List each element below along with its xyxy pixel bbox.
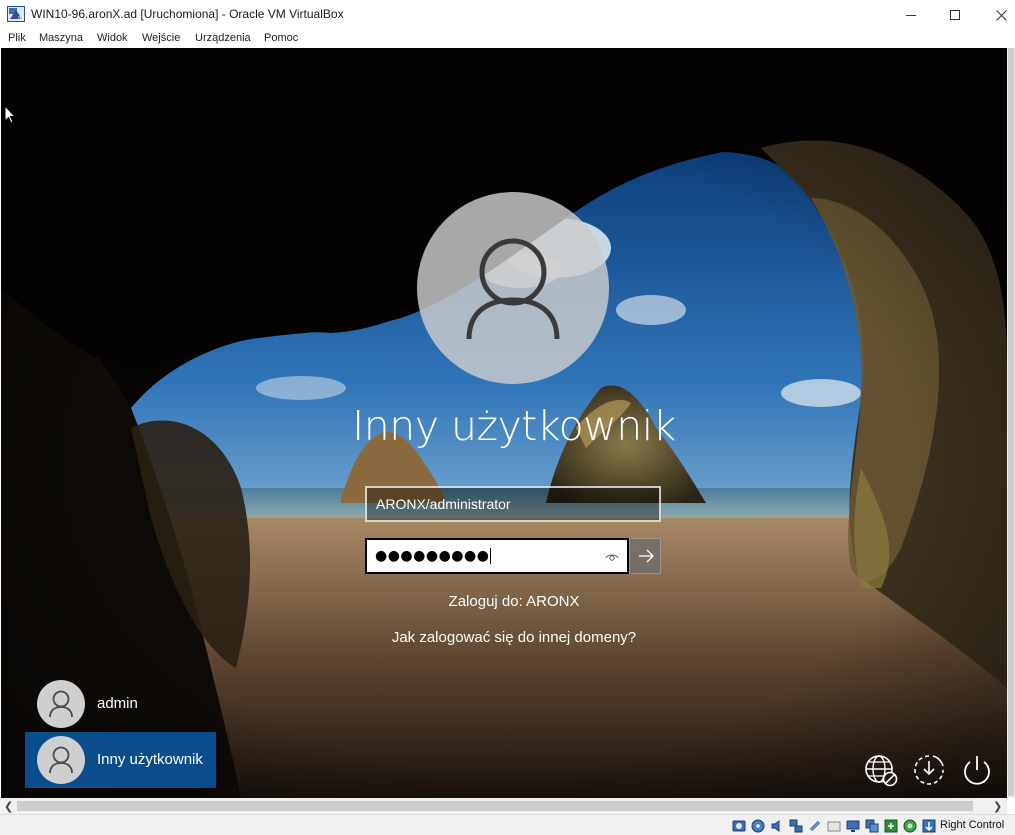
user-tile-label: Inny użytkownik: [97, 751, 203, 768]
window-title: WIN10-96.aronX.ad [Uruchomiona] - Oracle…: [31, 7, 344, 21]
display-icon[interactable]: [846, 819, 860, 833]
user-tile-other-user[interactable]: Inny użytkownik: [25, 732, 216, 788]
menu-maszyna[interactable]: Maszyna: [39, 32, 83, 44]
network-button[interactable]: [863, 752, 899, 788]
user-icon: [466, 238, 560, 340]
horizontal-scroll-thumb[interactable]: [17, 801, 973, 811]
close-icon: [995, 9, 1007, 21]
scroll-right-icon[interactable]: ❯: [993, 800, 1002, 813]
mouse-integration-icon[interactable]: [922, 819, 936, 833]
tile-avatar: [37, 736, 85, 784]
ease-of-access-icon: [914, 755, 944, 785]
close-button[interactable]: [978, 0, 1015, 30]
audio-icon[interactable]: [770, 819, 784, 833]
title-bar: 96 WIN10-96.aronX.ad [Uruchomiona] - Ora…: [0, 0, 1015, 30]
user-avatar: [417, 192, 609, 384]
horizontal-scrollbar[interactable]: ❮ ❯: [0, 798, 1007, 814]
ease-of-access-button[interactable]: [911, 752, 947, 788]
mouse-cursor-icon: [4, 104, 17, 130]
minimize-button[interactable]: [888, 0, 934, 30]
menu-bar: Plik Maszyna Widok Wejście Urządzenia Po…: [0, 30, 1015, 48]
svg-text:96: 96: [18, 16, 24, 22]
optical-drive-icon[interactable]: [751, 819, 765, 833]
hard-disk-icon[interactable]: [732, 819, 746, 833]
username-field[interactable]: ARONX/administrator: [365, 486, 661, 522]
minimize-icon: [906, 15, 916, 16]
cpu-icon[interactable]: [903, 819, 917, 833]
eye-icon[interactable]: [605, 550, 619, 568]
shared-folders-icon[interactable]: [827, 819, 841, 833]
power-button[interactable]: [959, 752, 995, 788]
password-mask: ●●●●●●●●●: [375, 548, 492, 564]
vm-display[interactable]: Inny użytkownik ARONX/administrator ●●●●…: [1, 48, 1007, 798]
maximize-button[interactable]: [932, 0, 978, 30]
host-key-label: Right Control: [940, 819, 1005, 831]
maximize-icon: [950, 10, 960, 20]
vertical-scroll-thumb[interactable]: [1008, 48, 1014, 796]
network-icon: [865, 755, 898, 787]
user-tile-label: admin: [97, 695, 138, 712]
user-tile-admin[interactable]: admin: [25, 676, 216, 732]
menu-plik[interactable]: Plik: [8, 32, 26, 44]
user-icon: [49, 690, 73, 718]
power-icon: [964, 756, 990, 785]
virtualbox-icon: 96: [7, 6, 25, 22]
password-field[interactable]: ●●●●●●●●●: [365, 538, 629, 574]
status-bar: Right Control: [0, 814, 1015, 835]
arrow-right-icon: [639, 549, 654, 563]
usb-icon[interactable]: [808, 819, 822, 833]
other-domain-link[interactable]: Jak zalogować się do innej domeny?: [341, 629, 687, 646]
user-icon: [49, 746, 73, 774]
tile-avatar: [37, 680, 85, 728]
menu-pomoc[interactable]: Pomoc: [264, 32, 298, 44]
vertical-scrollbar[interactable]: [1007, 48, 1015, 798]
video-capture-icon[interactable]: [865, 819, 879, 833]
menu-urzadzenia[interactable]: Urządzenia: [195, 32, 251, 44]
menu-widok[interactable]: Widok: [97, 32, 128, 44]
username-value: ARONX/administrator: [376, 496, 511, 512]
network-adapter-icon[interactable]: [789, 819, 803, 833]
domain-info: Zaloguj do: ARONX: [448, 593, 580, 610]
scroll-left-icon[interactable]: ❮: [4, 800, 13, 813]
submit-button[interactable]: [629, 538, 661, 574]
recording-icon[interactable]: [884, 819, 898, 833]
user-title: Inny użytkownik: [352, 402, 676, 450]
menu-wejscie[interactable]: Wejście: [142, 32, 180, 44]
